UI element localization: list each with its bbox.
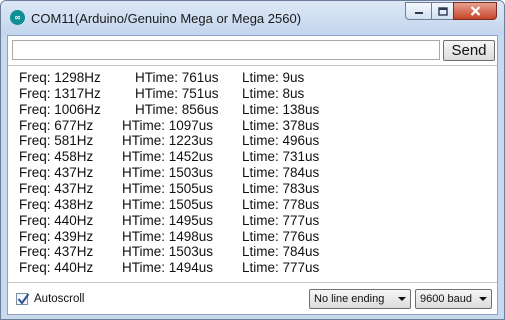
title-bar[interactable]: ∞ COM11(Arduino/Genuino Mega or Mega 256… xyxy=(1,1,504,35)
ltime-value: Ltime: 9us xyxy=(242,70,305,85)
baud-rate-value: 9600 baud xyxy=(420,293,472,305)
ltime-value: Ltime: 138us xyxy=(242,101,320,117)
line-ending-dropdown[interactable]: No line ending xyxy=(309,289,411,309)
dropdown-arrow-icon xyxy=(479,297,487,301)
baud-rate-dropdown[interactable]: 9600 baud xyxy=(415,289,492,309)
ltime-value: Ltime: 496us xyxy=(242,133,320,149)
ltime-value: Ltime: 784us xyxy=(242,165,320,181)
minimize-button[interactable] xyxy=(405,2,432,20)
htime-value: HTime: 1452us xyxy=(122,149,214,165)
htime-value: HTime: 1503us xyxy=(122,244,214,260)
window-title: COM11(Arduino/Genuino Mega or Mega 2560) xyxy=(31,11,302,26)
freq-value: Freq: 439Hz xyxy=(19,228,94,244)
htime-value: HTime: 1503us xyxy=(122,165,214,181)
ltime-value: Ltime: 784us xyxy=(242,244,320,260)
htime-value: HTime: 1495us xyxy=(122,212,214,228)
line-ending-value: No line ending xyxy=(314,293,385,305)
htime-value: HTime: 1498us xyxy=(122,228,214,244)
serial-monitor-window: ∞ COM11(Arduino/Genuino Mega or Mega 256… xyxy=(0,0,505,320)
freq-value: Freq: 440Hz xyxy=(19,212,94,228)
autoscroll-checkbox[interactable] xyxy=(16,293,30,305)
htime-value: HTime: 1505us xyxy=(122,196,214,212)
htime-value: HTime: 1505us xyxy=(122,180,214,196)
ltime-value: Ltime: 8us xyxy=(242,85,305,101)
ltime-value: Ltime: 777us xyxy=(242,260,320,276)
freq-value: Freq: 677Hz xyxy=(19,117,94,133)
freq-value: Freq: 437Hz xyxy=(19,180,94,196)
freq-value: Freq: 1298Hz xyxy=(19,70,101,85)
freq-value: Freq: 438Hz xyxy=(19,196,94,212)
ltime-value: Ltime: 378us xyxy=(242,117,320,133)
htime-value: HTime: 1223us xyxy=(122,133,214,149)
serial-monitor-body: Send Freq: 1298Hz HTime: 761us Ltime: 9us F… xyxy=(7,35,498,315)
ltime-value: Ltime: 778us xyxy=(242,196,320,212)
maximize-button[interactable] xyxy=(431,2,454,20)
freq-value: Freq: 437Hz xyxy=(19,244,94,260)
close-icon xyxy=(470,6,480,16)
footer-bar: Autoscroll No line ending 9600 baud xyxy=(8,284,497,314)
freq-value: Freq: 437Hz xyxy=(19,165,94,181)
freq-value: Freq: 440Hz xyxy=(19,260,94,276)
freq-value: Freq: 458Hz xyxy=(19,149,94,165)
htime-value: HTime: 761us xyxy=(135,70,219,85)
maximize-icon xyxy=(437,6,448,16)
htime-value: HTime: 1097us xyxy=(122,117,214,133)
ltime-value: Ltime: 777us xyxy=(242,212,320,228)
send-button[interactable]: Send xyxy=(443,40,495,61)
freq-value: Freq: 1006Hz xyxy=(19,101,101,117)
serial-output[interactable]: Freq: 1298Hz HTime: 761us Ltime: 9us Freq: … xyxy=(8,65,497,283)
htime-value: HTime: 856us xyxy=(135,101,219,117)
close-button[interactable] xyxy=(453,2,497,20)
autoscroll-label[interactable]: Autoscroll xyxy=(34,293,85,305)
freq-value: Freq: 581Hz xyxy=(19,133,94,149)
htime-value: HTime: 1494us xyxy=(122,260,214,276)
ltime-value: Ltime: 731us xyxy=(242,149,320,165)
ltime-value: Ltime: 776us xyxy=(242,228,320,244)
dropdown-arrow-icon xyxy=(398,297,406,301)
minimize-icon xyxy=(414,12,423,14)
arduino-icon: ∞ xyxy=(10,10,25,25)
ltime-value: Ltime: 783us xyxy=(242,180,320,196)
freq-value: Freq: 1317Hz xyxy=(19,85,101,101)
htime-value: HTime: 751us xyxy=(135,85,219,101)
send-input[interactable] xyxy=(12,40,440,60)
checkmark-icon xyxy=(17,293,30,305)
